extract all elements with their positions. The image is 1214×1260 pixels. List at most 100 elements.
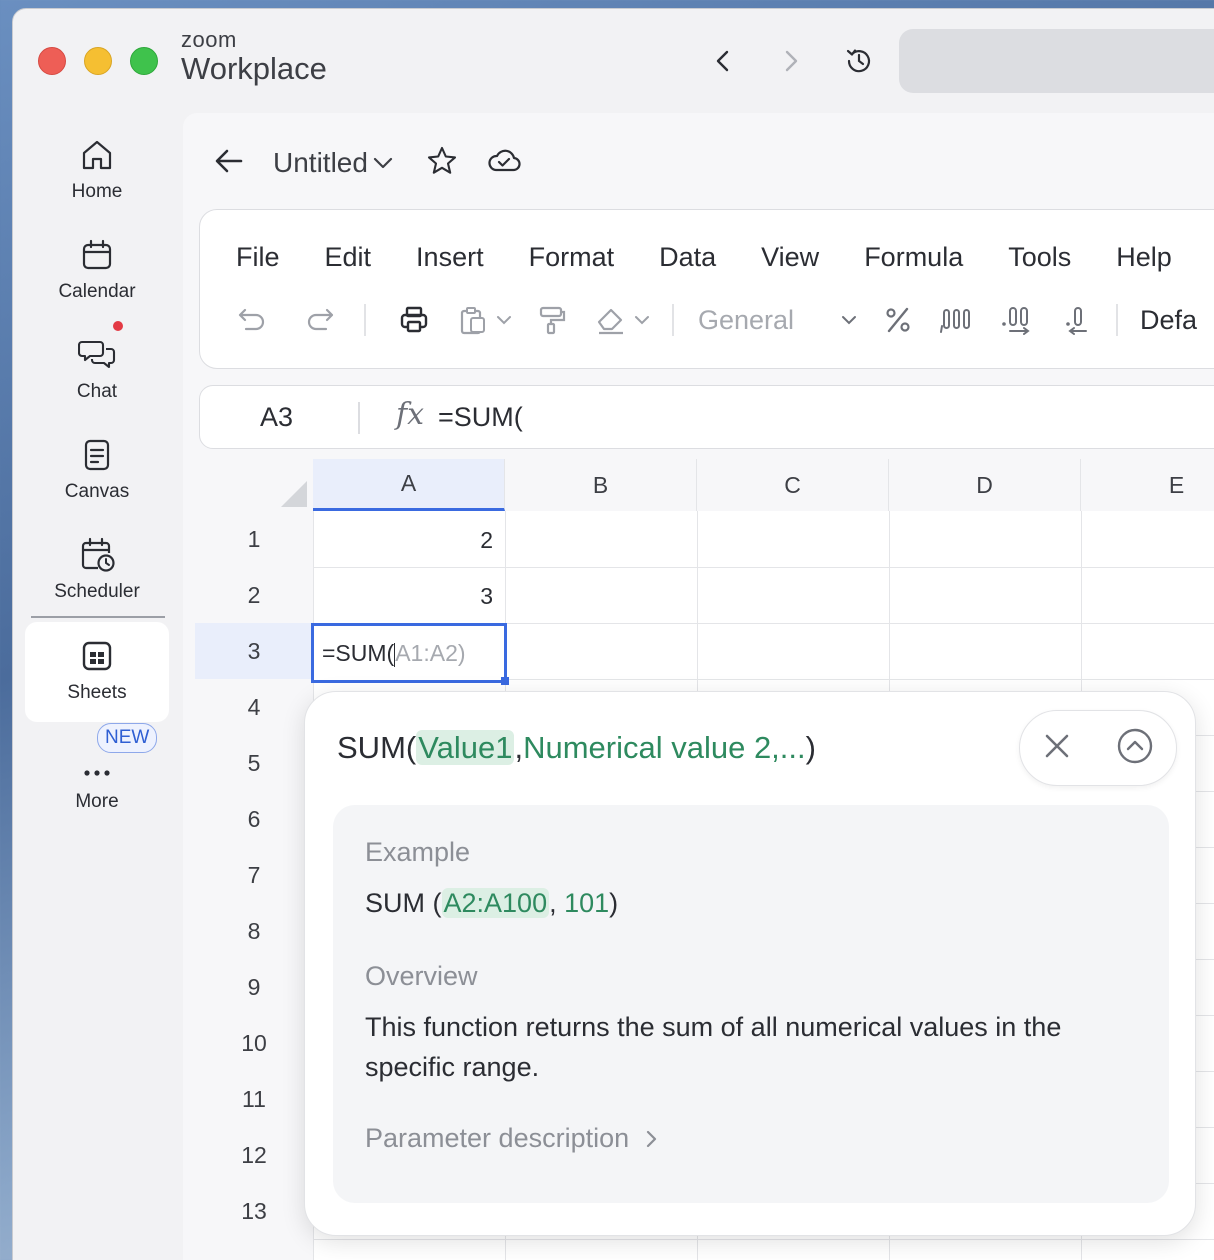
- more-icon: [77, 745, 117, 785]
- row-header[interactable]: 9: [195, 959, 313, 1015]
- menu-insert[interactable]: Insert: [416, 242, 484, 273]
- column-header-d[interactable]: D: [889, 459, 1081, 511]
- paint-roller-icon: [539, 306, 566, 335]
- font-select[interactable]: Defa: [1140, 302, 1197, 338]
- menu-tools[interactable]: Tools: [1008, 242, 1071, 273]
- menu-data[interactable]: Data: [659, 242, 716, 273]
- nav-back-button[interactable]: [705, 43, 741, 79]
- row-header[interactable]: 4: [195, 679, 313, 735]
- row-header[interactable]: 11: [195, 1071, 313, 1127]
- row-header[interactable]: 6: [195, 791, 313, 847]
- menu-edit[interactable]: Edit: [325, 242, 372, 273]
- row-header[interactable]: 2: [195, 567, 313, 623]
- example-label: Example: [365, 837, 471, 867]
- fx-icon[interactable]: fx: [396, 397, 424, 432]
- row-header[interactable]: 8: [195, 903, 313, 959]
- formula-input[interactable]: =SUM(: [438, 402, 523, 433]
- toolbar-divider: [672, 304, 674, 336]
- column-header-c[interactable]: C: [697, 459, 889, 511]
- formula-bar: A3 fx =SUM(: [199, 385, 1214, 449]
- percent-format-button[interactable]: [876, 302, 920, 338]
- active-cell-editor[interactable]: =SUM(A1:A2): [311, 623, 509, 685]
- collapse-icon[interactable]: [1116, 727, 1154, 770]
- thousands-separator-button[interactable]: [932, 302, 982, 338]
- minimize-window-button[interactable]: [84, 47, 112, 75]
- chat-icon: [77, 335, 117, 375]
- toolbar-divider: [1116, 304, 1118, 336]
- sidebar-item-label: Home: [71, 181, 123, 202]
- clipboard-icon: [460, 307, 485, 335]
- increase-decimal-button[interactable]: [992, 302, 1042, 338]
- sidebar-item-sheets[interactable]: Sheets: [25, 622, 169, 722]
- row-header[interactable]: 3: [195, 623, 313, 679]
- clear-format-button[interactable]: [588, 302, 658, 338]
- menu-format[interactable]: Format: [529, 242, 615, 273]
- toolbar-card: File Edit Insert Format Data View Formul…: [199, 209, 1214, 369]
- menu-help[interactable]: Help: [1116, 242, 1172, 273]
- cell-a1[interactable]: 2: [313, 527, 493, 554]
- star-icon[interactable]: [426, 145, 458, 182]
- row-header[interactable]: 7: [195, 847, 313, 903]
- decrease-decimal-button[interactable]: [1052, 302, 1102, 338]
- number-format-select[interactable]: General: [698, 302, 858, 338]
- cell-reference-box[interactable]: A3: [260, 402, 293, 433]
- row-header[interactable]: 12: [195, 1127, 313, 1183]
- paste-button[interactable]: [450, 302, 520, 338]
- formula-bar-divider: [358, 402, 360, 434]
- chevron-right-icon: [785, 50, 798, 72]
- zoom-workplace-logo: zoom Workplace: [181, 27, 327, 86]
- sidebar-item-home[interactable]: Home: [25, 121, 169, 221]
- calendar-icon: [77, 235, 117, 275]
- cloud-sync-icon[interactable]: [486, 146, 522, 181]
- thousands-separator-icon: [940, 309, 970, 333]
- row-header[interactable]: 13: [195, 1183, 313, 1239]
- sidebar-item-calendar[interactable]: Calendar: [25, 221, 169, 321]
- parameter-description-link[interactable]: Parameter description: [365, 1123, 663, 1154]
- increase-decimal-icon: [1002, 307, 1030, 335]
- select-all-corner[interactable]: [281, 481, 307, 507]
- close-icon[interactable]: [1042, 731, 1072, 766]
- row-header[interactable]: 14: [195, 1239, 313, 1260]
- format-painter-button[interactable]: [530, 302, 574, 338]
- row-header[interactable]: 10: [195, 1015, 313, 1071]
- column-header-e[interactable]: E: [1081, 459, 1214, 511]
- column-header-a[interactable]: A: [313, 459, 505, 511]
- fill-handle[interactable]: [501, 677, 509, 685]
- sidebar-item-chat[interactable]: Chat: [25, 321, 169, 421]
- home-icon: [77, 135, 117, 175]
- menu-file[interactable]: File: [236, 242, 280, 273]
- nav-forward-button[interactable]: [773, 43, 809, 79]
- chevron-left-icon: [716, 50, 729, 72]
- percent-icon: [886, 307, 910, 333]
- eraser-icon: [597, 308, 623, 335]
- popup-actions: [1019, 710, 1177, 786]
- maximize-window-button[interactable]: [130, 47, 158, 75]
- sidebar-item-canvas[interactable]: Canvas: [25, 421, 169, 521]
- sidebar-item-label: Scheduler: [54, 581, 140, 602]
- menu-view[interactable]: View: [761, 242, 819, 273]
- column-header-b[interactable]: B: [505, 459, 697, 511]
- print-button[interactable]: [392, 302, 436, 338]
- grid-line: [313, 567, 1214, 568]
- notification-dot: [111, 319, 125, 333]
- sidebar-item-label: Canvas: [64, 481, 130, 502]
- cell-edit-text[interactable]: =SUM(A1:A2): [322, 640, 466, 667]
- current-argument: Value1: [416, 730, 515, 765]
- row-header[interactable]: 1: [195, 511, 313, 567]
- sidebar-item-scheduler[interactable]: Scheduler: [25, 521, 169, 621]
- sidebar-divider: [31, 616, 165, 618]
- menu-formula[interactable]: Formula: [864, 242, 963, 273]
- undo-button[interactable]: [230, 302, 274, 338]
- overview-text: This function returns the sum of all num…: [365, 1012, 1062, 1082]
- history-button[interactable]: [841, 43, 877, 79]
- cell-a2[interactable]: 3: [313, 583, 493, 610]
- close-window-button[interactable]: [38, 47, 66, 75]
- row-header[interactable]: 5: [195, 735, 313, 791]
- sidebar-item-more[interactable]: More: [25, 731, 169, 831]
- sidebar-item-label: Calendar: [58, 281, 136, 302]
- back-arrow-icon[interactable]: [213, 147, 245, 180]
- redo-button[interactable]: [290, 302, 350, 338]
- range-hint: A1:A2): [395, 640, 466, 666]
- search-bar[interactable]: [899, 29, 1214, 93]
- document-title[interactable]: Untitled: [273, 147, 394, 179]
